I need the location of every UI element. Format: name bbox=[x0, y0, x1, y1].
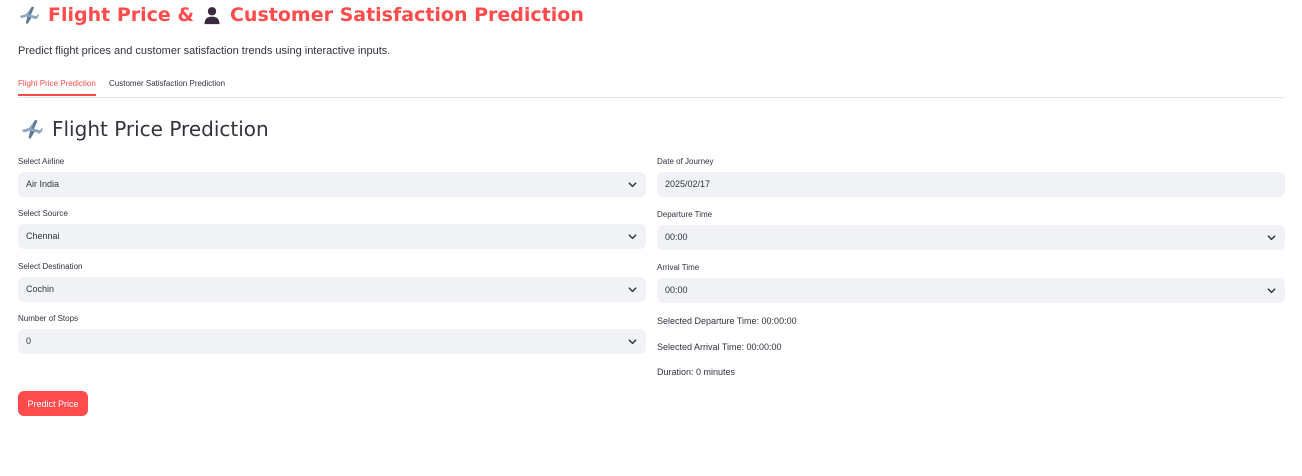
date-value: 2025/02/17 bbox=[665, 179, 711, 189]
departure-select[interactable]: 00:00 bbox=[657, 225, 1285, 250]
selected-departure-time: Selected Departure Time: 00:00:00 bbox=[657, 316, 797, 326]
duration-text: Duration: 0 minutes bbox=[657, 367, 736, 377]
destination-select[interactable]: Cochin bbox=[18, 277, 646, 302]
chevron-down-icon bbox=[628, 182, 637, 188]
arrival-select[interactable]: 00:00 bbox=[657, 278, 1285, 303]
person-icon bbox=[202, 5, 222, 25]
date-label: Date of Journey bbox=[657, 157, 714, 166]
source-value: Chennai bbox=[26, 231, 60, 241]
app-page: Flight Price & Customer Satisfaction Pre… bbox=[0, 0, 1302, 476]
title-part2: Customer Satisfaction Prediction bbox=[229, 4, 584, 26]
selected-arrival-time: Selected Arrival Time: 00:00:00 bbox=[657, 342, 782, 352]
app-title: Flight Price & Customer Satisfaction Pre… bbox=[18, 4, 584, 26]
destination-label: Select Destination bbox=[18, 262, 83, 271]
departure-value: 00:00 bbox=[665, 232, 688, 242]
arrival-value: 00:00 bbox=[665, 285, 688, 295]
tab-customer-satisfaction[interactable]: Customer Satisfaction Prediction bbox=[109, 79, 225, 94]
arrival-label: Arrival Time bbox=[657, 263, 700, 272]
chevron-down-icon bbox=[1267, 235, 1276, 241]
stops-label: Number of Stops bbox=[18, 314, 79, 323]
title-part1: Flight Price & bbox=[48, 4, 194, 26]
chevron-down-icon bbox=[628, 287, 637, 293]
stops-select[interactable]: 0 bbox=[18, 329, 646, 354]
chevron-down-icon bbox=[628, 234, 637, 240]
date-input[interactable]: 2025/02/17 bbox=[657, 172, 1285, 197]
predict-price-button[interactable]: Predict Price bbox=[18, 391, 88, 416]
section-title-text: Flight Price Prediction bbox=[52, 117, 269, 141]
airline-select[interactable]: Air India bbox=[18, 172, 646, 197]
departure-label: Departure Time bbox=[657, 210, 713, 219]
airline-value: Air India bbox=[26, 179, 60, 189]
airplane-icon bbox=[20, 117, 44, 141]
chevron-down-icon bbox=[1267, 288, 1276, 294]
airline-label: Select Airline bbox=[18, 157, 65, 166]
chevron-down-icon bbox=[628, 339, 637, 345]
page-subtitle: Predict flight prices and customer satis… bbox=[18, 45, 391, 57]
destination-value: Cochin bbox=[26, 284, 55, 294]
tab-flight-price[interactable]: Flight Price Prediction bbox=[18, 79, 96, 96]
airplane-icon bbox=[18, 4, 40, 26]
source-select[interactable]: Chennai bbox=[18, 224, 646, 249]
tab-bar: Flight Price Prediction Customer Satisfa… bbox=[18, 74, 1285, 98]
section-title: Flight Price Prediction bbox=[20, 117, 269, 141]
stops-value: 0 bbox=[26, 336, 32, 346]
source-label: Select Source bbox=[18, 209, 68, 218]
